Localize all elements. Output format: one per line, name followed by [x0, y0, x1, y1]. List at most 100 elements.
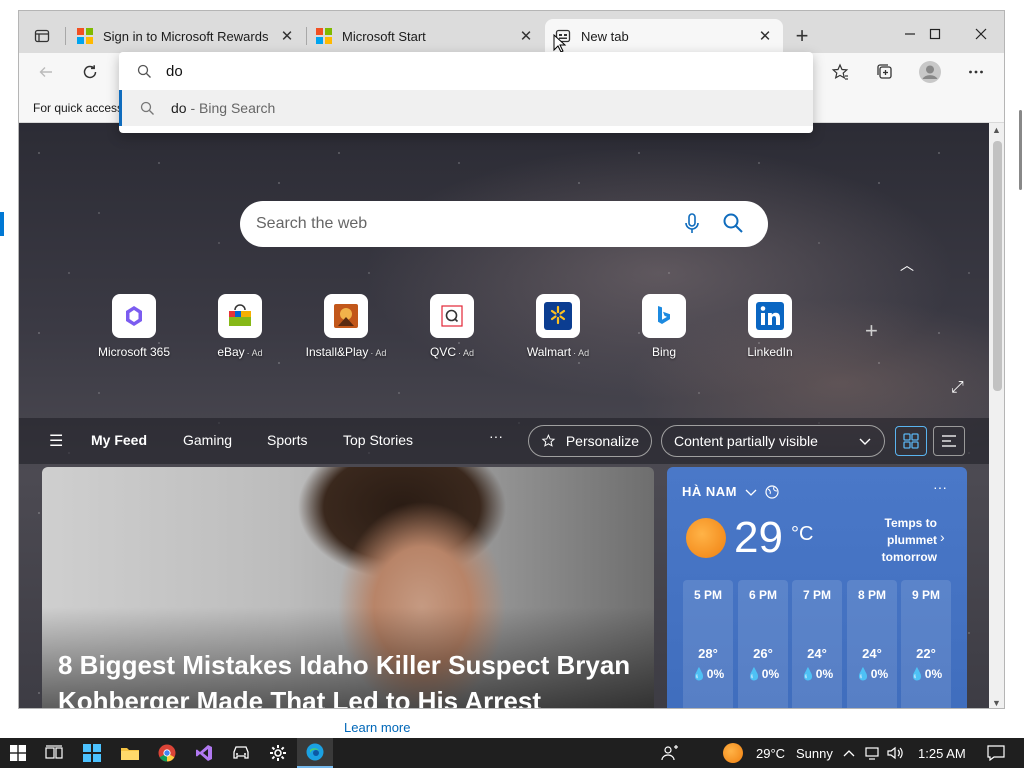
- search-icon[interactable]: [722, 212, 744, 239]
- hourly-item[interactable]: 9 PM 22° 💧0%: [901, 580, 951, 708]
- task-view-button[interactable]: [36, 738, 72, 768]
- learn-more-link[interactable]: Learn more: [344, 720, 410, 735]
- weather-location[interactable]: HÀ NAM: [682, 484, 779, 499]
- quick-link-microsoft-365[interactable]: Microsoft 365: [89, 294, 179, 359]
- close-icon[interactable]: ✕: [518, 28, 534, 45]
- quick-link-label: eBay: [217, 345, 245, 359]
- chevron-right-icon[interactable]: ›: [940, 529, 945, 545]
- people-button[interactable]: [652, 738, 688, 768]
- tab-rewards[interactable]: Sign in to Microsoft Rewards ✕: [67, 19, 305, 53]
- edge-icon: [306, 743, 324, 761]
- hourly-item[interactable]: 7 PM 24° 💧0%: [792, 580, 842, 708]
- new-tab-button[interactable]: +: [789, 23, 815, 49]
- taskbar-file-explorer[interactable]: [112, 738, 148, 768]
- tab-microsoft-start[interactable]: Microsoft Start ✕: [306, 19, 544, 53]
- ad-badge: · Ad: [573, 348, 590, 358]
- personalize-button[interactable]: Personalize: [528, 425, 652, 457]
- weather-card[interactable]: HÀ NAM ··· 29 °C Temps to plummet tomorr…: [667, 467, 967, 708]
- network-icon[interactable]: [862, 738, 884, 768]
- chevron-up-icon[interactable]: ︿: [900, 255, 914, 275]
- maximize-icon: [929, 28, 941, 40]
- quick-link-walmart[interactable]: Walmart · Ad: [513, 294, 603, 359]
- hamburger-menu-icon[interactable]: ☰: [49, 431, 63, 451]
- tab-gaming[interactable]: Gaming: [183, 432, 232, 448]
- droplet-icon: 💧: [691, 667, 707, 681]
- quick-link-bing[interactable]: Bing: [619, 294, 709, 359]
- search-suggestion[interactable]: do - Bing Search: [119, 90, 813, 126]
- profile-button[interactable]: [915, 58, 945, 86]
- search-input[interactable]: Search the web: [256, 215, 367, 233]
- back-button[interactable]: [31, 58, 61, 86]
- start-button[interactable]: [0, 738, 36, 768]
- more-dots-icon[interactable]: ···: [489, 428, 503, 444]
- grid-view-button[interactable]: [895, 426, 927, 456]
- taskbar-start-app[interactable]: [74, 738, 110, 768]
- address-bar-text: do: [166, 62, 183, 80]
- content-visibility-dropdown[interactable]: Content partially visible: [661, 425, 885, 457]
- bing-icon: [642, 294, 686, 338]
- web-search-box[interactable]: Search the web: [240, 201, 768, 247]
- forecast-hour: 6 PM: [748, 588, 777, 602]
- tab-top-stories[interactable]: Top Stories: [343, 432, 413, 448]
- close-icon[interactable]: ✕: [279, 28, 295, 45]
- quick-link-ebay[interactable]: eBay · Ad: [195, 294, 285, 359]
- quick-link-linkedin[interactable]: LinkedIn: [725, 294, 815, 359]
- scroll-down-arrow-icon[interactable]: ▼: [992, 698, 1001, 708]
- microphone-icon[interactable]: [684, 213, 700, 240]
- taskbar-store[interactable]: [223, 738, 259, 768]
- weather-sun-icon[interactable]: [722, 738, 744, 768]
- more-dots-icon[interactable]: ···: [933, 479, 947, 495]
- close-icon[interactable]: ✕: [757, 28, 773, 45]
- maximize-button[interactable]: [912, 19, 958, 49]
- settings-more-button[interactable]: [961, 58, 991, 86]
- add-quick-link-button[interactable]: +: [865, 318, 878, 344]
- quick-link-install-play[interactable]: Install&Play · Ad: [301, 294, 391, 359]
- chevron-down-icon: [859, 438, 871, 445]
- hourly-item[interactable]: 8 PM 24° 💧0%: [847, 580, 897, 708]
- hourly-item[interactable]: 6 PM 26° 💧0%: [738, 580, 788, 708]
- volume-icon[interactable]: [884, 738, 906, 768]
- forecast-temp: 24°: [807, 646, 827, 661]
- refresh-button[interactable]: [75, 58, 105, 86]
- list-view-button[interactable]: [933, 426, 965, 456]
- scroll-up-arrow-icon[interactable]: ▲: [992, 125, 1001, 135]
- ebay-icon: [218, 294, 262, 338]
- walmart-icon: [536, 294, 580, 338]
- taskbar-visual-studio[interactable]: [186, 738, 222, 768]
- scrollbar-thumb[interactable]: [993, 141, 1002, 391]
- taskbar-clock[interactable]: 1:25 AM: [918, 746, 966, 761]
- taskbar-settings[interactable]: [260, 738, 296, 768]
- back-arrow-icon: [39, 67, 52, 77]
- refresh-icon: [83, 65, 97, 79]
- desktop-scrollbar[interactable]: [1019, 110, 1022, 190]
- chevron-up-icon[interactable]: [838, 738, 860, 768]
- favorites-bar-hint: For quick access: [33, 101, 124, 115]
- taskbar-chrome[interactable]: [149, 738, 185, 768]
- microsoft-logo-icon: [316, 28, 332, 44]
- temperature-unit[interactable]: °C: [791, 523, 813, 546]
- taskbar-edge[interactable]: [297, 738, 333, 768]
- desktop-left-edge: [0, 0, 18, 738]
- taskbar-weather-temp[interactable]: 29°C: [756, 746, 785, 761]
- hero-news-card[interactable]: 8 Biggest Mistakes Idaho Killer Suspect …: [42, 467, 654, 708]
- notifications-button[interactable]: [978, 738, 1014, 768]
- hero-headline[interactable]: 8 Biggest Mistakes Idaho Killer Suspect …: [58, 647, 648, 708]
- collections-button[interactable]: [870, 58, 900, 86]
- tab-my-feed[interactable]: My Feed: [91, 432, 147, 448]
- tab-sports[interactable]: Sports: [267, 432, 307, 448]
- tab-actions-button[interactable]: [29, 23, 55, 49]
- expand-icon[interactable]: ⤢: [951, 379, 964, 397]
- taskbar-weather-condition[interactable]: Sunny: [796, 746, 833, 761]
- close-window-button[interactable]: [958, 19, 1004, 49]
- weather-forecast-note[interactable]: Temps to plummet tomorrow: [867, 515, 937, 566]
- hourly-item[interactable]: 5 PM 28° 💧0%: [683, 580, 733, 708]
- forecast-temp: 28°: [698, 646, 718, 661]
- quick-link-qvc[interactable]: QVC · Ad: [407, 294, 497, 359]
- favorites-button[interactable]: [825, 58, 855, 86]
- tab-strip: Sign in to Microsoft Rewards ✕ Microsoft…: [19, 11, 1004, 53]
- page-scrollbar[interactable]: ▲ ▼: [989, 123, 1004, 708]
- linkedin-icon: [748, 294, 792, 338]
- chrome-icon: [158, 744, 176, 762]
- address-bar-input[interactable]: do: [119, 52, 813, 90]
- tab-new-tab[interactable]: New tab ✕: [545, 19, 783, 53]
